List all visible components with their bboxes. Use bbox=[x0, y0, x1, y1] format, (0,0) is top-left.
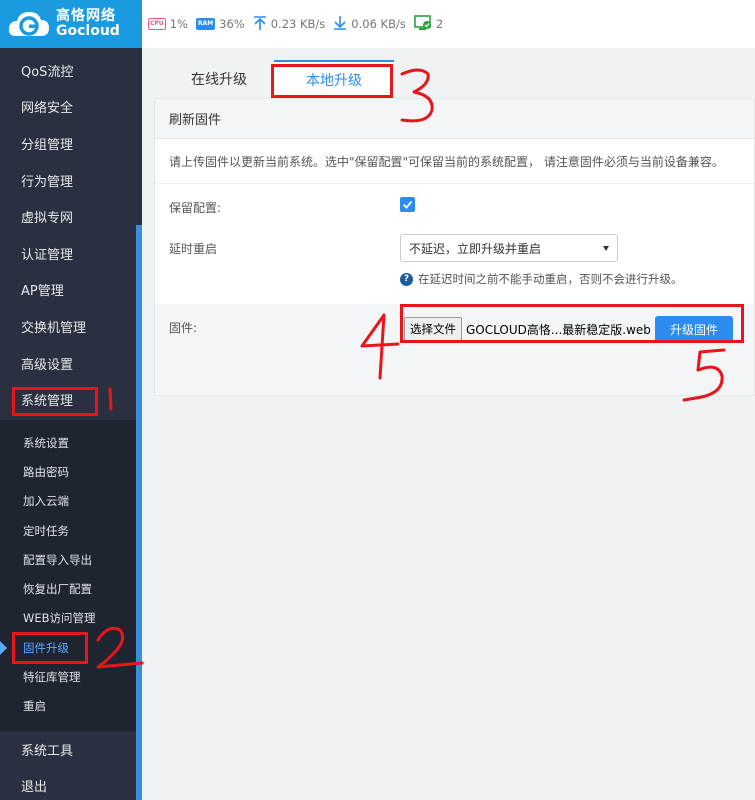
keep-config-row: 保留配置: bbox=[155, 185, 754, 225]
sidebar-item-ap-management[interactable]: AP管理 bbox=[0, 272, 136, 309]
sidebar-item-switch-management[interactable]: 交换机管理 bbox=[0, 308, 136, 345]
devices-value: 2 bbox=[435, 17, 444, 31]
cpu-value: 1% bbox=[169, 17, 188, 31]
sidebar-nav: QoS流控 网络安全 分组管理 行为管理 虚拟专网 认证管理 AP管理 交换机管… bbox=[0, 52, 136, 418]
sidebar-item-logout[interactable]: 退出 bbox=[0, 768, 136, 800]
status-bar: CPU 1% RAM 36% 0.23 KB/s 0.06 KB/s 2 bbox=[142, 0, 755, 48]
delay-reboot-label: 延时重启 bbox=[169, 242, 218, 256]
checkmark-icon bbox=[402, 200, 413, 209]
sidebar-item-behavior-management[interactable]: 行为管理 bbox=[0, 162, 136, 199]
download-stat: 0.06 KB/s bbox=[333, 15, 406, 34]
brand-name-en: Gocloud bbox=[56, 23, 120, 39]
subnav-item-signature-library[interactable]: 特征库管理 bbox=[0, 662, 136, 691]
download-arrow-icon bbox=[333, 15, 347, 34]
sidebar-item-qos[interactable]: QoS流控 bbox=[0, 52, 136, 89]
annotation-box-firmware-upgrade bbox=[12, 632, 88, 664]
sidebar-item-group-management[interactable]: 分组管理 bbox=[0, 125, 136, 162]
active-caret-icon bbox=[0, 641, 7, 655]
devices-stat: 2 bbox=[414, 14, 444, 34]
sidebar-item-system-tools[interactable]: 系统工具 bbox=[0, 731, 136, 768]
cpu-stat: CPU 1% bbox=[148, 17, 188, 31]
chevron-down-icon bbox=[603, 246, 609, 251]
delay-reboot-select[interactable]: 不延迟，立即升级并重启 bbox=[400, 234, 618, 262]
brand-name-cn: 高恪网络 bbox=[56, 8, 116, 25]
annotation-box-local-upgrade-tab bbox=[271, 64, 393, 98]
delay-reboot-row: 延时重启 不延迟，立即升级并重启 ? 在延迟时间之前不能手动重启，否则不会进行升… bbox=[155, 226, 754, 304]
subnav-item-system-settings[interactable]: 系统设置 bbox=[0, 428, 136, 457]
monitor-check-icon bbox=[414, 14, 432, 34]
upload-stat: 0.23 KB/s bbox=[253, 15, 326, 34]
ram-icon: RAM bbox=[195, 18, 216, 30]
sidebar-subnav-system: 系统设置 路由密码 加入云端 定时任务 配置导入导出 恢复出厂配置 WEB访问管… bbox=[0, 420, 136, 731]
sidebar-nav-bottom: 系统工具 退出 bbox=[0, 731, 136, 800]
delay-reboot-value: 不延迟，立即升级并重启 bbox=[409, 241, 542, 256]
annotation-box-firmware-file bbox=[400, 304, 744, 343]
panel-title: 刷新固件 bbox=[155, 99, 754, 139]
cloud-logo-icon: G bbox=[6, 6, 52, 42]
subnav-item-web-access[interactable]: WEB访问管理 bbox=[0, 604, 136, 633]
cpu-icon: CPU bbox=[148, 18, 166, 30]
sidebar-item-advanced-settings[interactable]: 高级设置 bbox=[0, 345, 136, 382]
keep-config-checkbox[interactable] bbox=[400, 197, 415, 212]
upload-arrow-icon bbox=[253, 15, 267, 34]
question-circle-icon: ? bbox=[400, 272, 413, 286]
firmware-panel: 刷新固件 请上传固件以更新当前系统。选中"保留配置"可保留当前的系统配置， 请注… bbox=[154, 98, 755, 396]
sidebar-item-network-security[interactable]: 网络安全 bbox=[0, 89, 136, 126]
upload-value: 0.23 KB/s bbox=[270, 17, 326, 31]
delay-hint: ? 在延迟时间之前不能手动重启，否则不会进行升级。 bbox=[400, 271, 683, 287]
tab-online-upgrade[interactable]: 在线升级 bbox=[164, 60, 274, 98]
main-content: 在线升级 本地升级 刷新固件 请上传固件以更新当前系统。选中"保留配置"可保留当… bbox=[142, 48, 755, 800]
sidebar-item-auth-management[interactable]: 认证管理 bbox=[0, 235, 136, 272]
firmware-label: 固件: bbox=[169, 321, 198, 335]
subnav-item-factory-reset[interactable]: 恢复出厂配置 bbox=[0, 574, 136, 603]
keep-config-label: 保留配置: bbox=[169, 201, 222, 215]
ram-stat: RAM 36% bbox=[195, 17, 245, 31]
delay-hint-text: 在延迟时间之前不能手动重启，否则不会进行升级。 bbox=[418, 272, 683, 286]
subnav-item-config-import-export[interactable]: 配置导入导出 bbox=[0, 545, 136, 574]
upgrade-notice: 请上传固件以更新当前系统。选中"保留配置"可保留当前的系统配置， 请注意固件必须… bbox=[155, 139, 754, 184]
annotation-box-system-management bbox=[12, 387, 98, 416]
brand-logo[interactable]: G 高恪网络 Gocloud bbox=[0, 0, 142, 48]
sidebar-item-vpn[interactable]: 虚拟专网 bbox=[0, 198, 136, 235]
subnav-item-scheduled-tasks[interactable]: 定时任务 bbox=[0, 516, 136, 545]
subnav-item-reboot[interactable]: 重启 bbox=[0, 692, 136, 721]
subnav-item-router-password[interactable]: 路由密码 bbox=[0, 457, 136, 486]
subnav-item-join-cloud[interactable]: 加入云端 bbox=[0, 487, 136, 516]
download-value: 0.06 KB/s bbox=[351, 17, 406, 31]
upgrade-tabs: 在线升级 本地升级 bbox=[154, 60, 755, 98]
ram-value: 36% bbox=[219, 17, 245, 31]
